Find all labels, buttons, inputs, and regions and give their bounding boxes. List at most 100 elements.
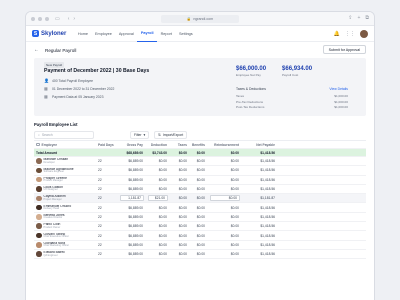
reimbursement[interactable]: $0.00 bbox=[210, 195, 240, 202]
table-row[interactable]: Pablo Colin Product Owner 22 $6,889.00 $0.00… bbox=[34, 222, 366, 232]
taxes: $0.00 bbox=[178, 233, 187, 238]
paid-days: 22 bbox=[98, 214, 102, 219]
table-row[interactable]: Marlowe Cristian Developer 22 $6,889.00 $0.0… bbox=[34, 157, 366, 167]
back-arrow-icon[interactable]: ← bbox=[34, 47, 39, 53]
benefits: $0.00 bbox=[196, 242, 205, 247]
nav-settings[interactable]: Settings bbox=[175, 26, 196, 42]
app-header: S Skyloner Home Employee Approval Payrol… bbox=[26, 26, 374, 42]
deduction: $0.00 bbox=[158, 177, 167, 182]
gross-pay: $6,889.00 bbox=[128, 224, 143, 229]
taxes-title: Taxes & Deductions bbox=[236, 87, 266, 91]
column-header[interactable]: Gross Pay bbox=[118, 143, 146, 147]
taxes: $0.00 bbox=[178, 205, 187, 210]
employee-avatar bbox=[36, 158, 42, 164]
calendar-check-icon: ▦ bbox=[44, 94, 48, 99]
column-header[interactable]: Benefits bbox=[190, 143, 208, 147]
employee-cell[interactable]: Edward Balrec QA Engineer bbox=[34, 251, 96, 257]
tax-value: $1,000.00 bbox=[334, 99, 348, 104]
employee-role: UX Designer bbox=[43, 188, 58, 192]
employee-cell[interactable]: Benetta Jones Creative Director bbox=[34, 214, 96, 220]
total-net: $1,418.56 bbox=[260, 150, 275, 155]
employee-cell[interactable]: Maurice Aghalirouhe Software Engineer bbox=[34, 168, 96, 174]
select-all-checkbox[interactable] bbox=[36, 142, 40, 147]
back-arrow-icon[interactable]: ‹ bbox=[68, 16, 70, 22]
benefits: $0.00 bbox=[196, 252, 205, 257]
table-row[interactable]: Maurice Aghalirouhe Software Engineer 22 $6… bbox=[34, 166, 366, 176]
column-header[interactable]: Taxes bbox=[170, 143, 190, 147]
taxes: $0.00 bbox=[178, 224, 187, 229]
import-export-button[interactable]: ⇅ Import/Export bbox=[154, 131, 188, 139]
close-dot[interactable] bbox=[31, 16, 35, 21]
tabs-icon[interactable]: ⧉ bbox=[365, 15, 369, 21]
url-bar[interactable]: 🔒 ngrandi.com bbox=[161, 15, 239, 23]
nav-report[interactable]: Report bbox=[157, 26, 175, 42]
employee-avatar bbox=[36, 251, 42, 257]
filter-button[interactable]: Filter ▾ bbox=[130, 131, 150, 139]
table-row[interactable]: Cayhla Adonim Project Manager 22 1,181.87 $2… bbox=[34, 194, 366, 204]
column-header[interactable]: Paid Days bbox=[96, 143, 118, 147]
bell-icon[interactable]: 🔔 bbox=[334, 31, 340, 37]
employee-list-title: Payroll Employee List bbox=[34, 122, 78, 127]
employee-role: Project Manager bbox=[43, 197, 62, 201]
sidebar-toggle-icon[interactable]: ▭ bbox=[55, 16, 60, 22]
employee-role: Product Manager bbox=[43, 179, 63, 183]
column-header[interactable]: Net Payable bbox=[242, 143, 278, 147]
column-header[interactable]: Deduction bbox=[146, 143, 170, 147]
employee-cell[interactable]: Giovani Tabino Chief Executive Officer bbox=[34, 233, 96, 239]
employee-cell[interactable]: Prosper Greene Product Manager bbox=[34, 177, 96, 183]
employee-cell[interactable]: Marlowe Cristian Developer bbox=[34, 158, 96, 164]
reimbursement: $0.00 bbox=[230, 177, 239, 182]
deduction[interactable]: $21.00 bbox=[148, 195, 168, 202]
import-export-label: Import/Export bbox=[162, 133, 184, 137]
nav-payroll[interactable]: Payroll bbox=[137, 26, 158, 42]
table-row[interactable]: Prosper Greene Product Manager 22 $6,889.00… bbox=[34, 176, 366, 185]
apps-grid-icon[interactable]: ⋮⋮ bbox=[345, 31, 355, 37]
new-tab-icon[interactable]: + bbox=[358, 15, 361, 21]
table-row[interactable]: Louis Gaston UX Designer 22 $6,889.00 $0.00 $… bbox=[34, 185, 366, 195]
gross-pay[interactable]: 1,181.87 bbox=[120, 195, 144, 202]
nav-approval[interactable]: Approval bbox=[115, 26, 137, 42]
employee-role: Delivery Head bbox=[43, 207, 60, 211]
employee-cell[interactable]: Giordana Nora Chief Marketing Officer bbox=[34, 242, 96, 248]
logo-mark: S bbox=[32, 30, 39, 37]
search-input[interactable]: ⌕ Search bbox=[34, 131, 94, 139]
taxes: $0.00 bbox=[178, 177, 187, 182]
table-row[interactable]: Edward Balrec QA Engineer 22 $6,889.00 $0.00… bbox=[34, 250, 366, 260]
table-row[interactable]: Benetta Jones Creative Director 22 $6,889.0… bbox=[34, 213, 366, 223]
employee-role: Creative Director bbox=[43, 216, 63, 220]
employee-cell[interactable]: Emmanuel Onuoro Delivery Head bbox=[34, 205, 96, 211]
net-pay-label: Employee Net Pay bbox=[236, 73, 261, 77]
user-avatar[interactable] bbox=[360, 30, 368, 38]
table-row[interactable]: Giordana Nora Chief Marketing Officer 22 $6… bbox=[34, 241, 366, 250]
forward-arrow-icon[interactable]: › bbox=[73, 16, 75, 22]
employee-cell[interactable]: Pablo Colin Product Owner bbox=[34, 223, 96, 229]
search-icon: ⌕ bbox=[38, 133, 40, 137]
column-header[interactable]: Reimbursement bbox=[208, 143, 242, 147]
pay-period: 01 December 2022 to 31 December 2022 bbox=[52, 86, 115, 91]
total-benefits: $0.00 bbox=[196, 150, 205, 155]
employee-avatar bbox=[36, 186, 42, 192]
nav-home[interactable]: Home bbox=[74, 26, 91, 42]
net-payable: $1,418.56 bbox=[260, 242, 275, 247]
taxes: $0.00 bbox=[178, 159, 187, 164]
table-row[interactable]: Giovani Tabino Chief Executive Officer 22 $… bbox=[34, 231, 366, 241]
tax-row: Post-Tax Deductions $1,000.00 bbox=[236, 105, 348, 109]
table-row[interactable]: Emmanuel Onuoro Delivery Head 22 $6,889.00 $… bbox=[34, 203, 366, 213]
minimize-dot[interactable] bbox=[38, 16, 42, 21]
lock-icon: 🔒 bbox=[186, 17, 192, 21]
share-icon[interactable]: ⇪ bbox=[348, 15, 352, 21]
benefits: $0.00 bbox=[196, 177, 205, 182]
tax-row: Taxes $1,000.00 bbox=[236, 94, 348, 98]
maximize-dot[interactable] bbox=[45, 16, 49, 21]
deduction: $0.00 bbox=[158, 252, 167, 257]
deduction: $0.00 bbox=[158, 224, 167, 229]
employee-avatar bbox=[36, 204, 42, 211]
app-logo[interactable]: S Skyloner bbox=[32, 30, 66, 37]
employee-cell[interactable]: Cayhla Adonim Project Manager bbox=[34, 195, 96, 202]
view-details-link[interactable]: View Details bbox=[329, 87, 348, 91]
nav-employee[interactable]: Employee bbox=[92, 26, 116, 42]
employee-cell[interactable]: Louis Gaston UX Designer bbox=[34, 186, 96, 192]
column-header[interactable]: Employee bbox=[34, 143, 96, 147]
total-row: Total Amount $68,689.00 $3,743.00 $0.00 … bbox=[34, 149, 366, 157]
submit-for-approval-button[interactable]: Submit for Approval bbox=[322, 45, 366, 54]
